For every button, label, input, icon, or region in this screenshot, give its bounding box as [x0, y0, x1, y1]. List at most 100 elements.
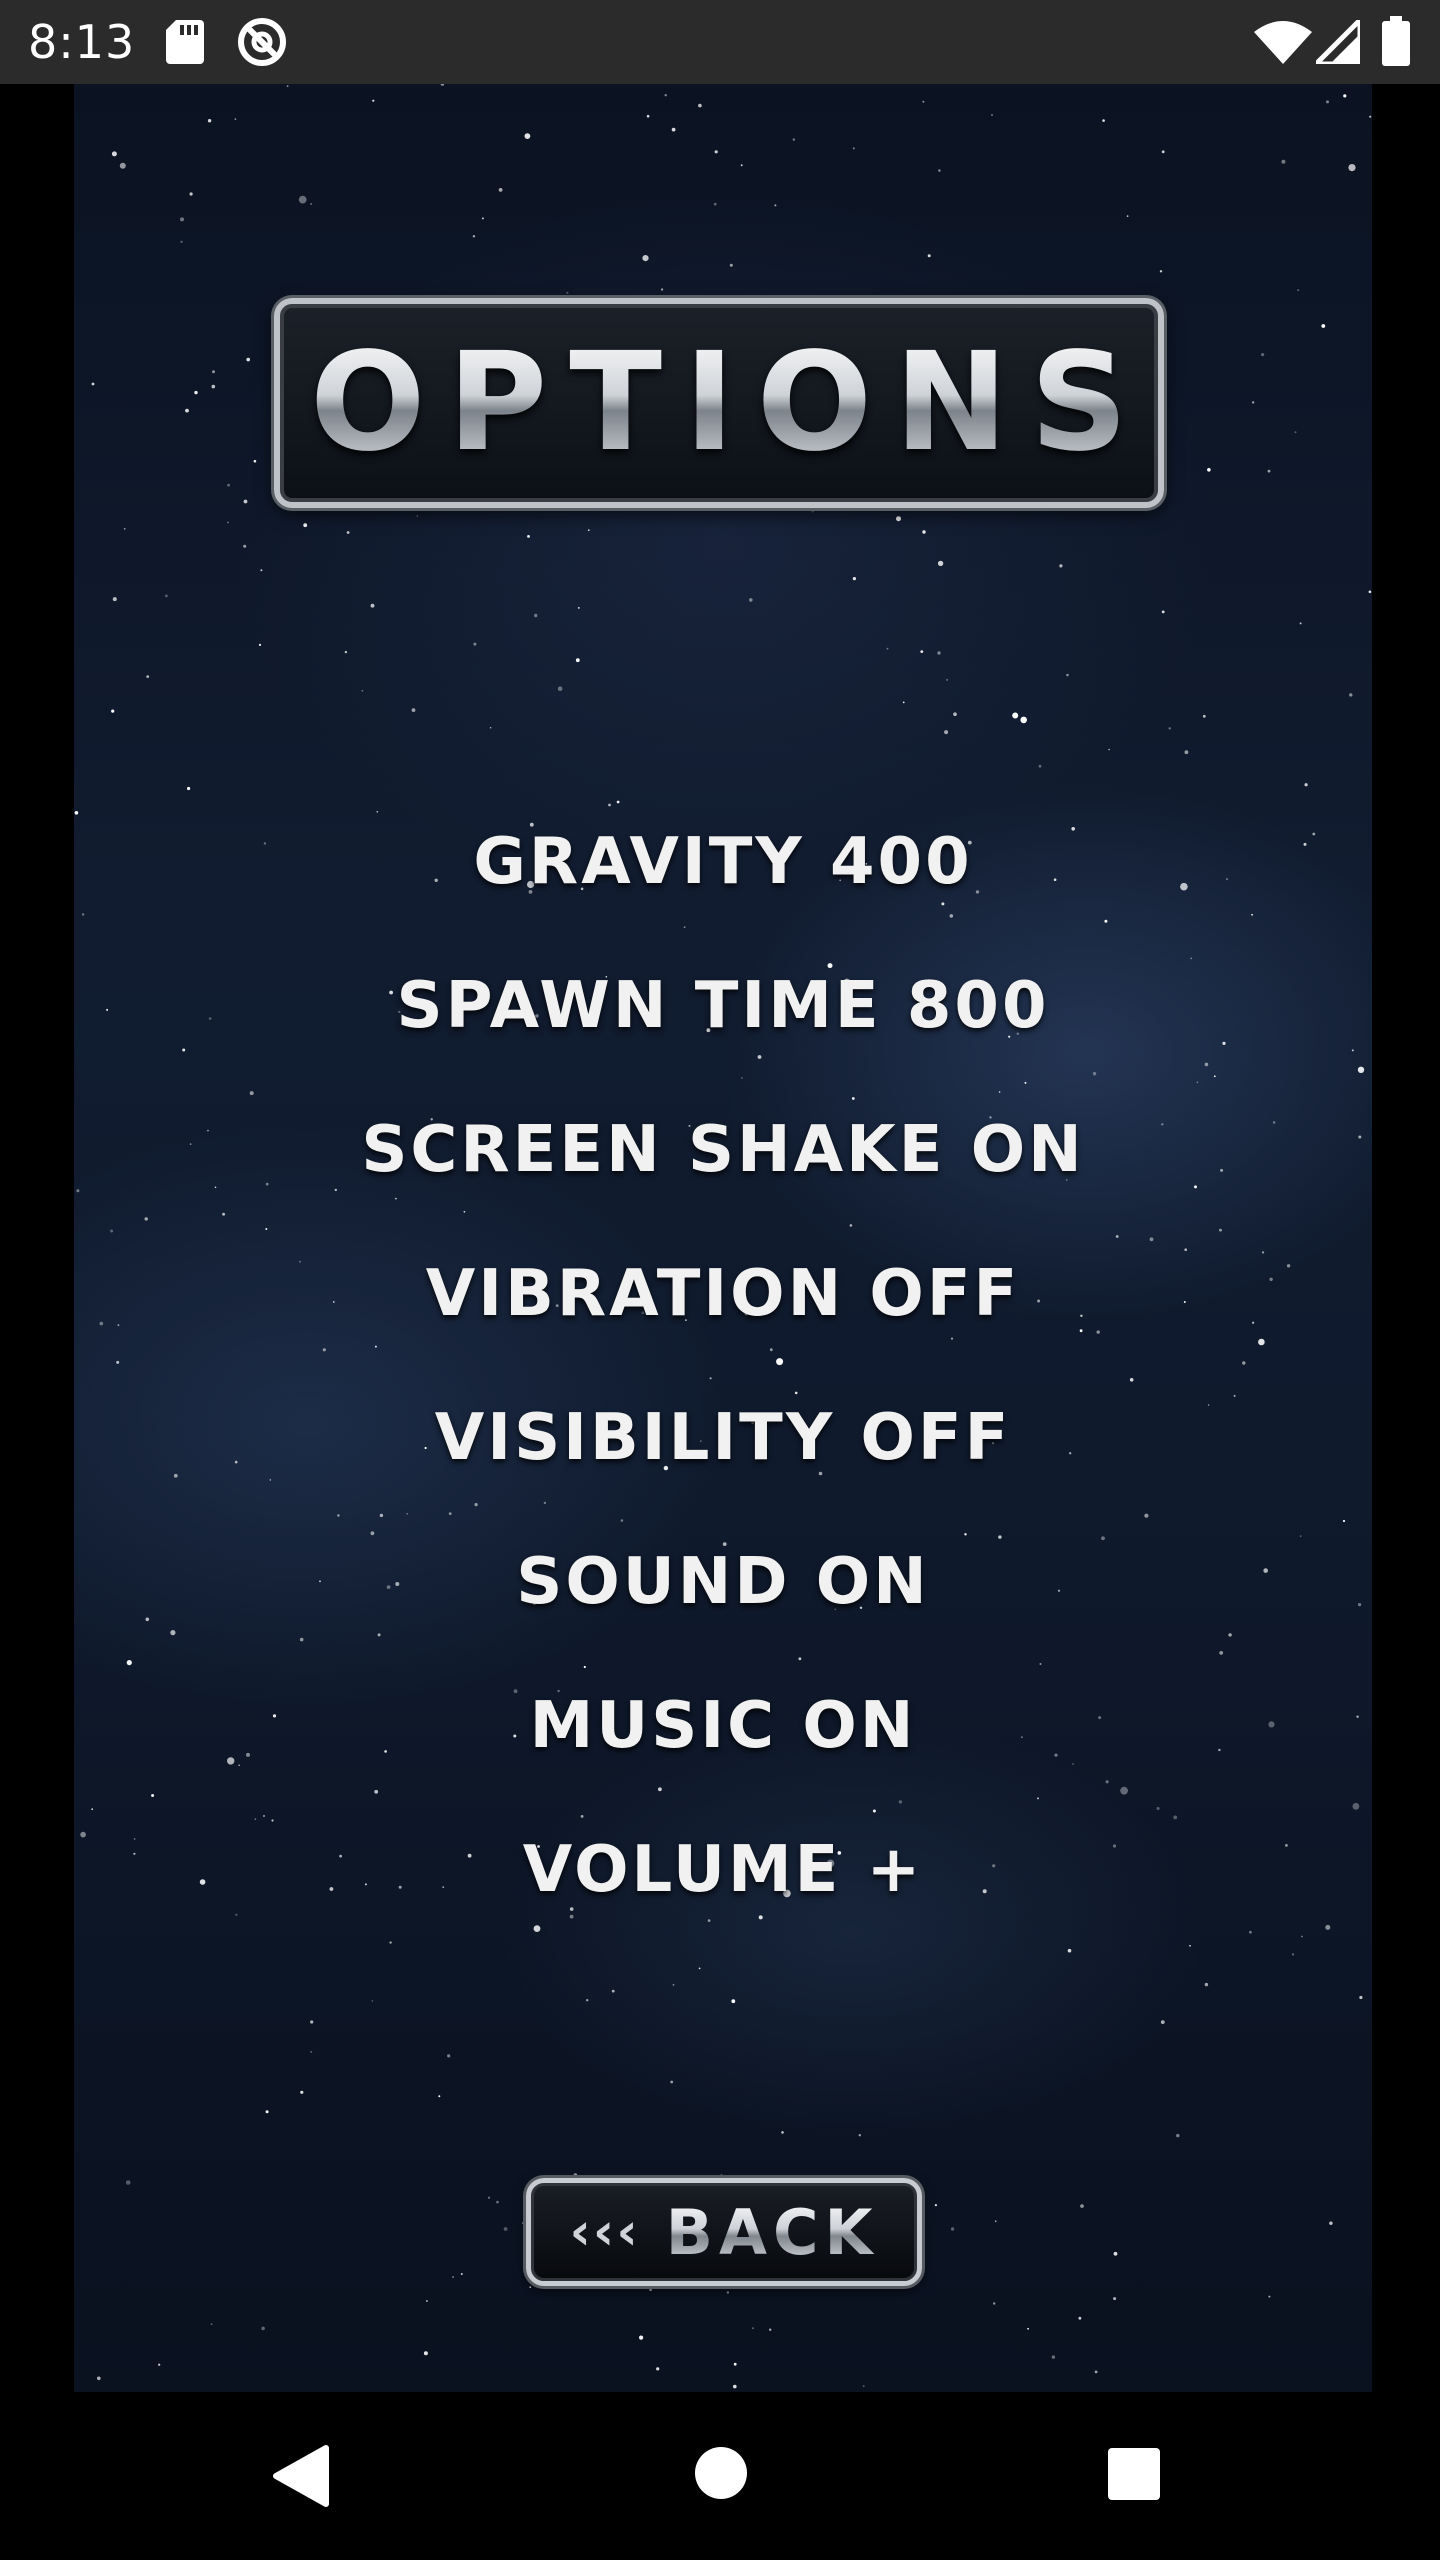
star — [720, 2174, 723, 2178]
star — [1113, 2251, 1118, 2256]
star — [672, 1984, 675, 1986]
star — [487, 2196, 491, 2199]
star — [752, 2327, 754, 2330]
star — [1343, 94, 1347, 98]
star — [1219, 1228, 1222, 1232]
wifi-icon — [1254, 20, 1312, 68]
star — [757, 1055, 762, 1059]
star — [852, 577, 857, 581]
star — [111, 151, 117, 157]
star — [543, 1501, 547, 1505]
star — [440, 84, 445, 86]
star — [1348, 164, 1356, 172]
star — [344, 650, 348, 654]
option-gravity[interactable]: GRAVITY 400 — [74, 822, 1372, 902]
star — [1369, 115, 1372, 118]
star — [376, 810, 379, 813]
star — [1196, 1081, 1199, 1084]
star — [1176, 2133, 1180, 2138]
star — [374, 1789, 379, 1794]
star — [503, 2227, 508, 2231]
option-volume[interactable]: VOLUME + — [74, 1830, 1372, 1910]
star — [656, 2367, 660, 2371]
star — [587, 529, 590, 532]
star — [1126, 215, 1129, 218]
star — [872, 1809, 876, 1813]
star — [811, 510, 814, 513]
star — [577, 606, 580, 609]
option-screen-shake[interactable]: SCREEN SHAKE ON — [74, 1110, 1372, 1190]
star — [1301, 1935, 1303, 1938]
star — [934, 2204, 938, 2207]
star — [1184, 1248, 1187, 1251]
option-visibility[interactable]: VISIBILITY OFF — [74, 1398, 1372, 1478]
star — [1078, 2316, 1082, 2320]
back-button[interactable]: ‹‹‹ BACK — [526, 2178, 922, 2286]
star — [246, 357, 250, 362]
star — [1104, 919, 1108, 923]
back-triangle-icon[interactable] — [270, 2444, 330, 2512]
star — [1105, 1780, 1109, 1784]
star — [1299, 622, 1302, 625]
star — [286, 85, 289, 87]
option-spawn-time[interactable]: SPAWN TIME 800 — [74, 966, 1372, 1046]
star — [1156, 1807, 1160, 1810]
star — [210, 2323, 213, 2326]
recents-square-icon[interactable] — [1108, 2448, 1160, 2504]
star — [1342, 1519, 1346, 1523]
no-sync-icon — [236, 16, 288, 72]
star — [658, 1787, 662, 1792]
star — [300, 2090, 304, 2094]
star — [898, 1800, 903, 1804]
star — [170, 1630, 176, 1636]
star — [111, 709, 115, 713]
star — [1251, 913, 1253, 916]
star — [792, 138, 795, 141]
star — [395, 1197, 397, 1200]
star — [243, 499, 248, 504]
star — [646, 114, 650, 118]
star — [1321, 324, 1326, 328]
star — [1329, 2221, 1333, 2225]
star — [91, 1808, 94, 1811]
star — [922, 100, 925, 103]
option-music[interactable]: MUSIC ON — [74, 1686, 1372, 1766]
star — [372, 99, 375, 102]
star — [557, 686, 563, 691]
star — [258, 643, 262, 647]
star — [116, 1360, 120, 1364]
star — [580, 1815, 584, 1818]
star — [1149, 1237, 1154, 1242]
star — [991, 114, 993, 116]
star — [438, 2095, 441, 2098]
back-button-label: BACK — [665, 2195, 879, 2269]
star — [611, 1989, 615, 1993]
star — [371, 2000, 374, 2002]
star — [119, 162, 126, 169]
star — [1020, 716, 1027, 724]
star — [1219, 1651, 1224, 1655]
option-vibration[interactable]: VIBRATION OFF — [74, 1254, 1372, 1334]
star — [298, 195, 307, 204]
star — [798, 1657, 802, 1661]
sd-card-icon — [166, 20, 204, 68]
star — [858, 2134, 861, 2137]
star — [123, 527, 126, 530]
star — [151, 1794, 155, 1797]
star — [346, 531, 350, 534]
option-sound[interactable]: SOUND ON — [74, 1542, 1372, 1622]
star — [416, 515, 419, 517]
star — [254, 1818, 257, 1820]
star — [269, 1479, 272, 1481]
star — [377, 1633, 381, 1637]
options-title-panel: OPTIONS — [274, 298, 1164, 508]
home-circle-icon[interactable] — [694, 2446, 748, 2504]
star — [361, 689, 364, 692]
star — [253, 459, 257, 463]
star — [337, 1514, 340, 1517]
star — [527, 535, 530, 538]
star — [97, 2376, 101, 2381]
star — [522, 2222, 524, 2224]
star — [207, 119, 212, 123]
star — [927, 254, 931, 258]
